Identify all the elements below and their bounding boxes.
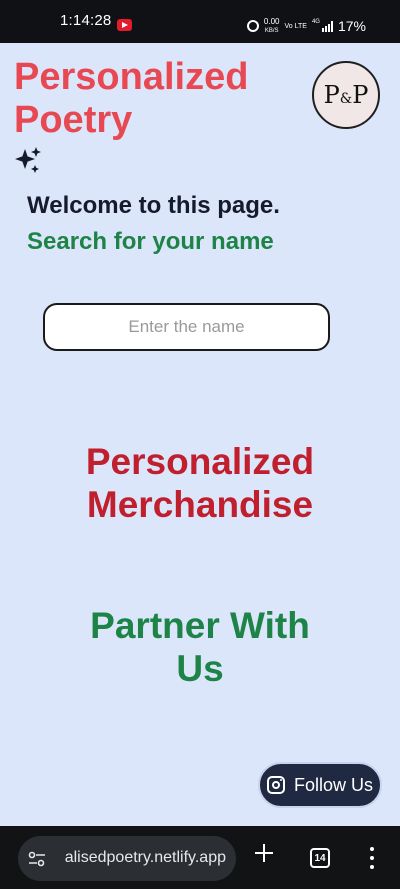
logo[interactable]: P&P	[312, 61, 380, 129]
status-icons: 0.00 KB/S Vo LTE 4G 17%	[246, 16, 366, 35]
network-type: 4G	[311, 19, 320, 25]
logo-text: P&P	[323, 81, 369, 109]
merchandise-link[interactable]: Personalized Merchandise	[60, 440, 340, 526]
tab-switcher-button[interactable]: 14	[310, 848, 330, 868]
status-bar: 1:14:28 0.00 KB/S Vo LTE 4G 17%	[0, 0, 400, 43]
net-speed-unit: KB/S	[264, 27, 279, 34]
net-speed: 0.00 KB/S	[263, 16, 280, 35]
welcome-text: Welcome to this page.	[27, 192, 280, 219]
battery-level: 17%	[337, 18, 366, 34]
instagram-icon	[266, 776, 285, 794]
merchandise-link-line1: Personalized	[85, 441, 315, 482]
name-search-input[interactable]	[43, 303, 330, 351]
merchandise-link-line2: Merchandise	[86, 484, 314, 525]
follow-us-button[interactable]: Follow Us	[258, 762, 382, 808]
alarm-icon	[246, 20, 259, 32]
more-vert-icon[interactable]	[366, 847, 378, 869]
partner-link-line1: Partner With	[90, 605, 310, 646]
address-bar[interactable]: alisedpoetry.netlify.app	[18, 836, 236, 881]
partner-link[interactable]: Partner With Us	[60, 604, 340, 690]
status-time: 1:14:28	[60, 12, 112, 29]
partner-link-line2: Us	[176, 648, 224, 689]
follow-us-label: Follow Us	[293, 774, 373, 795]
volte-label: Vo LTE	[284, 22, 307, 30]
signal-icon	[321, 20, 333, 32]
search-prompt: Search for your name	[27, 228, 274, 255]
url-text: alisedpoetry.netlify.app	[64, 849, 226, 866]
sparkle-icon	[15, 147, 41, 173]
new-tab-button[interactable]	[253, 842, 275, 864]
site-title: Personalized Poetry	[14, 56, 248, 142]
tune-icon[interactable]	[28, 851, 46, 867]
youtube-notification-icon	[117, 19, 132, 31]
site-title-line2: Poetry	[14, 99, 133, 141]
net-speed-value: 0.00	[263, 16, 280, 26]
site-title-line1: Personalized	[14, 56, 249, 98]
browser-toolbar: alisedpoetry.netlify.app 14	[0, 826, 400, 889]
